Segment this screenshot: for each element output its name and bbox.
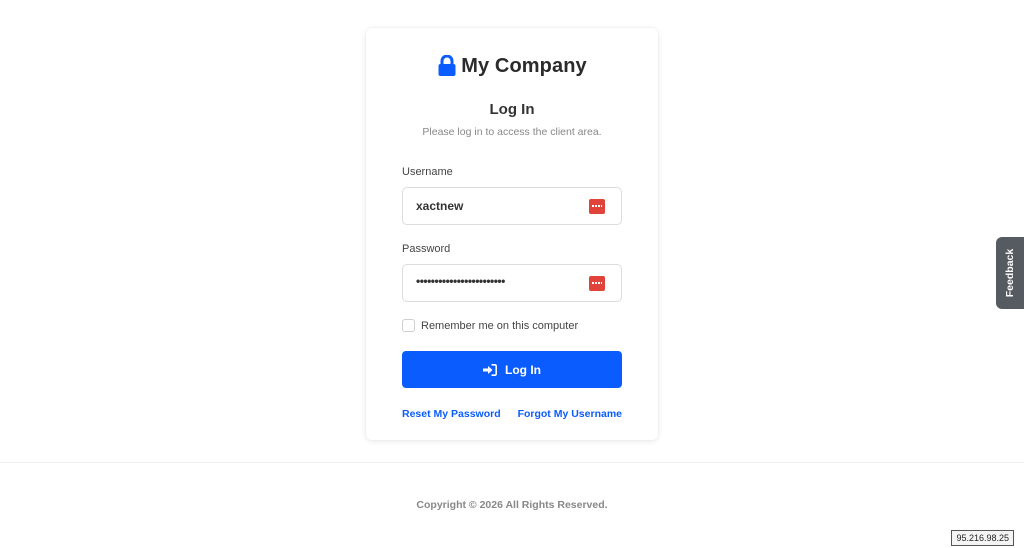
login-subtitle: Please log in to access the client area. xyxy=(422,126,602,138)
footer-divider xyxy=(0,462,1024,463)
username-value: xactnew xyxy=(416,199,464,213)
username-field[interactable]: xactnew xyxy=(402,187,622,225)
brand-name: My Company xyxy=(461,54,587,77)
remember-label[interactable]: Remember me on this computer xyxy=(421,320,578,332)
login-title: Log In xyxy=(489,101,535,118)
password-field[interactable]: •••••••••••••••••••••••• xyxy=(402,264,622,302)
login-button-label: Log In xyxy=(505,362,541,377)
brand: My Company xyxy=(366,52,658,80)
username-label: Username xyxy=(402,166,453,178)
copyright-text: Copyright © 2026 All Rights Reserved. xyxy=(416,499,608,511)
password-manager-icon[interactable] xyxy=(589,276,605,291)
remember-checkbox[interactable] xyxy=(402,319,415,332)
remember-me[interactable]: Remember me on this computer xyxy=(402,319,578,332)
feedback-tab[interactable]: Feedback xyxy=(996,237,1024,309)
forgot-username-link[interactable]: Forgot My Username xyxy=(518,408,622,420)
password-label: Password xyxy=(402,243,451,255)
feedback-label: Feedback xyxy=(1004,248,1017,298)
password-value: •••••••••••••••••••••••• xyxy=(416,274,505,288)
login-button[interactable]: Log In xyxy=(402,351,622,388)
ip-badge: 95.216.98.25 xyxy=(951,530,1014,546)
lock-icon xyxy=(438,55,456,76)
sign-in-icon xyxy=(483,363,497,376)
reset-password-link[interactable]: Reset My Password xyxy=(402,408,501,420)
login-card: My Company Log In Please log in to acces… xyxy=(366,28,658,440)
password-manager-icon[interactable] xyxy=(589,199,605,214)
